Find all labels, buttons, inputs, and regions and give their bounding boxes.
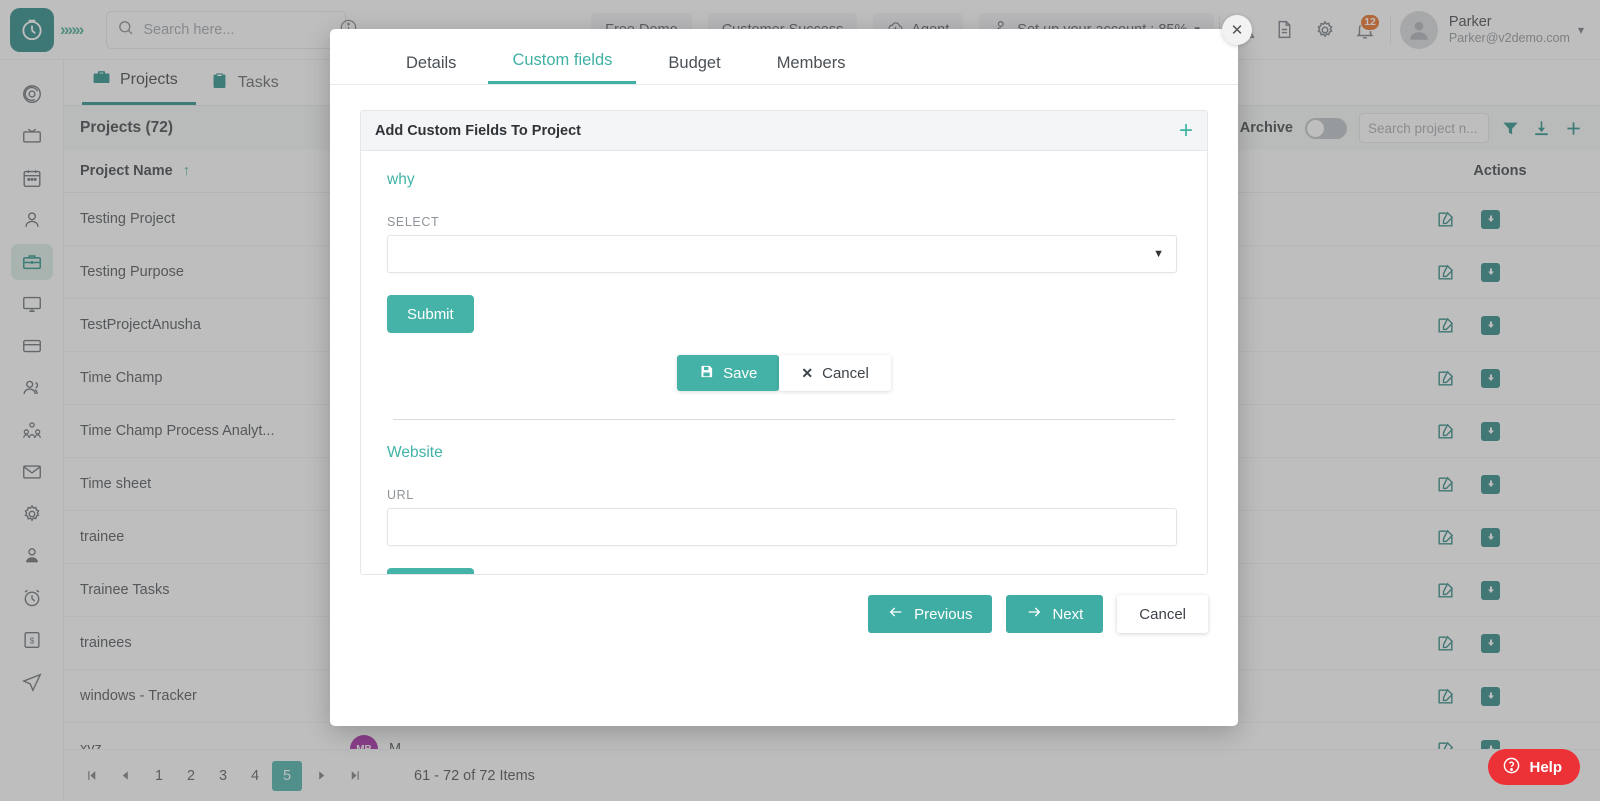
save-disk-icon <box>699 364 714 383</box>
modal-close-button[interactable]: ✕ <box>1222 15 1252 45</box>
arrow-left-icon <box>888 604 904 624</box>
field-label: SELECT <box>387 215 440 229</box>
url-input[interactable] <box>387 508 1177 546</box>
save-label: Save <box>723 364 758 382</box>
help-button[interactable]: Help <box>1488 749 1580 785</box>
custom-fields-modal: ✕ Details Custom fields Budget Members A… <box>330 15 1252 726</box>
modal-cancel-button[interactable]: Cancel <box>1117 595 1208 633</box>
custom-field-why: why SELECT ▼ Submit Save ✕ Cancel <box>381 151 1187 424</box>
field-title: Website <box>387 444 443 461</box>
custom-field-website: Website URL Submit Save <box>381 424 1187 574</box>
panel-body[interactable]: why SELECT ▼ Submit Save ✕ Cancel Websit… <box>361 151 1207 574</box>
select-dropdown[interactable]: ▼ <box>387 235 1177 273</box>
close-x-icon: ✕ <box>801 364 814 381</box>
modal-tabs: Details Custom fields Budget Members <box>330 29 1238 85</box>
previous-button[interactable]: Previous <box>868 595 993 633</box>
plus-icon[interactable]: + <box>1179 118 1193 143</box>
question-circle-icon <box>1502 756 1521 779</box>
submit-button[interactable]: Submit <box>387 295 474 333</box>
modal-footer: Previous Next Cancel <box>330 575 1238 653</box>
arrow-right-icon <box>1026 604 1042 624</box>
tab-custom-fields[interactable]: Custom fields <box>488 51 637 84</box>
help-label: Help <box>1529 758 1562 776</box>
tab-details[interactable]: Details <box>382 54 480 84</box>
next-label: Next <box>1052 605 1084 623</box>
custom-fields-panel: Add Custom Fields To Project + why SELEC… <box>360 110 1208 575</box>
tab-members[interactable]: Members <box>753 54 870 84</box>
app-root: »»» Free Demo Customer S <box>0 0 1600 801</box>
panel-title: Add Custom Fields To Project <box>375 122 581 139</box>
field-title: why <box>387 171 415 188</box>
save-button[interactable]: Save <box>677 355 780 391</box>
cancel-label: Cancel <box>822 364 869 382</box>
submit-button[interactable]: Submit <box>387 568 474 574</box>
cancel-button[interactable]: ✕ Cancel <box>779 355 891 391</box>
previous-label: Previous <box>914 605 973 623</box>
next-button[interactable]: Next <box>1006 595 1104 633</box>
field-label: URL <box>387 488 414 502</box>
save-cancel-row: Save ✕ Cancel <box>387 355 1181 395</box>
chevron-down-icon: ▼ <box>1153 248 1164 260</box>
panel-header: Add Custom Fields To Project + <box>361 111 1207 151</box>
tab-budget[interactable]: Budget <box>644 54 744 84</box>
field-divider <box>393 419 1175 420</box>
